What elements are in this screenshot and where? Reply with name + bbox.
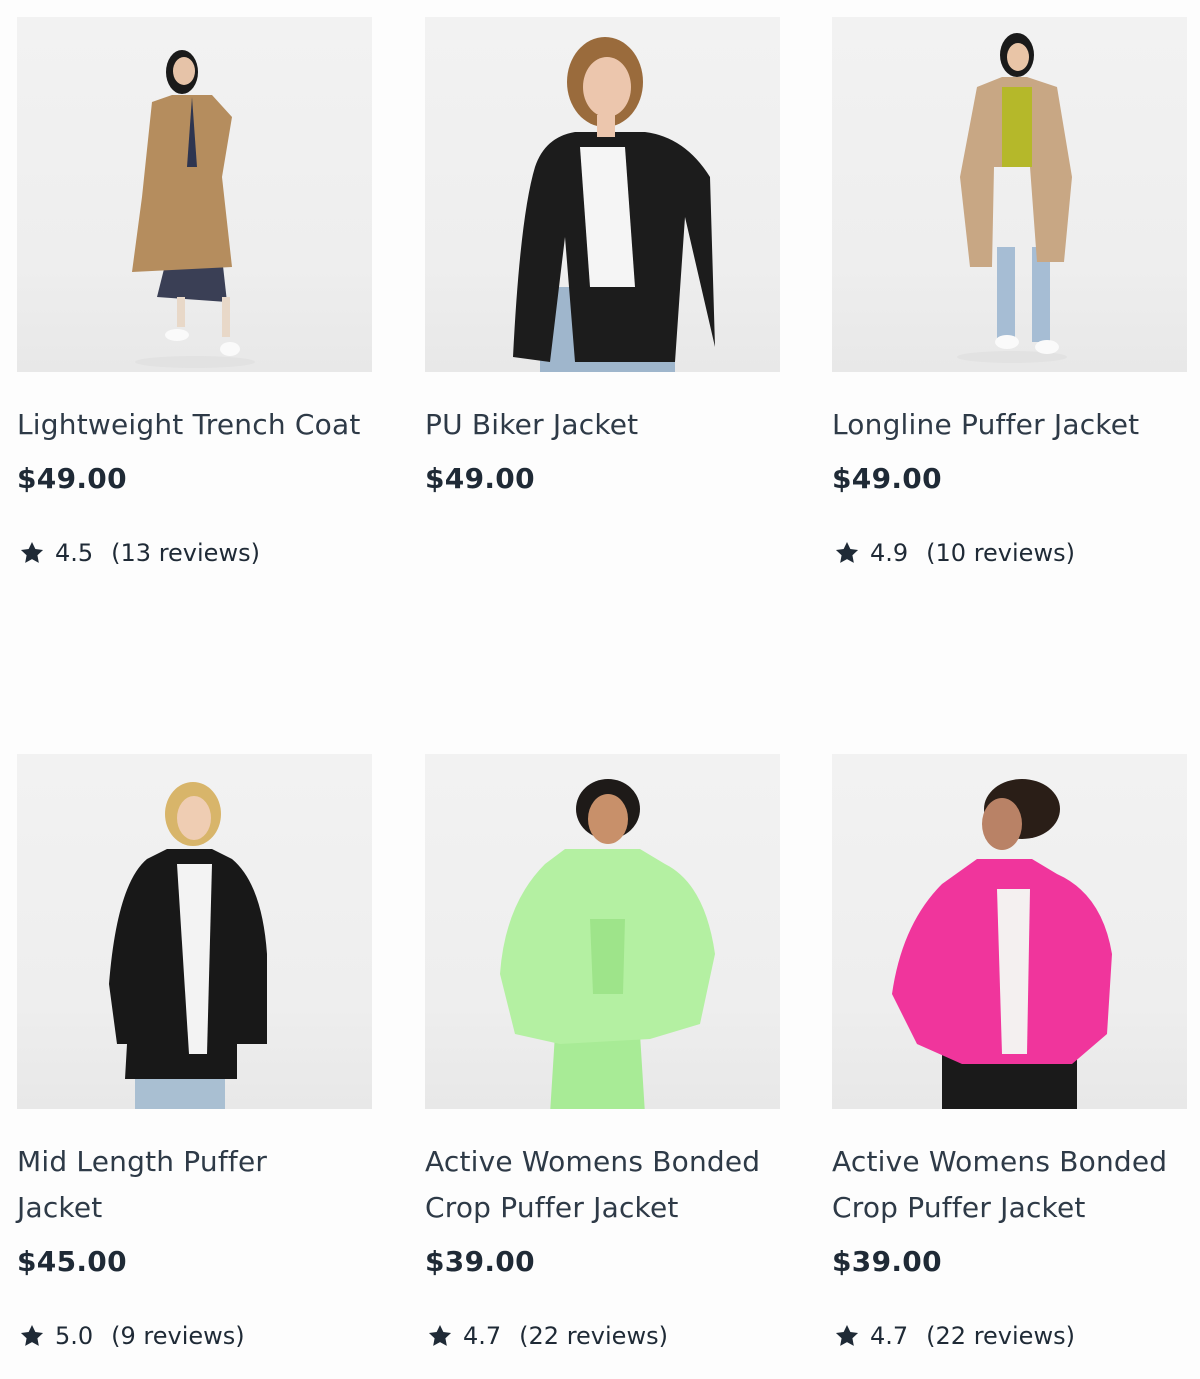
product-title[interactable]: Active Womens Bonded Crop Puffer Jacket xyxy=(832,1139,1187,1231)
product-title[interactable]: Active Womens Bonded Crop Puffer Jacket xyxy=(425,1139,780,1231)
product-card[interactable]: Active Womens Bonded Crop Puffer Jacket … xyxy=(425,754,780,1350)
woman-longline-puffer-photo xyxy=(957,33,1072,363)
product-card[interactable]: Lightweight Trench Coat $49.00 4.5 (13 r… xyxy=(17,17,372,567)
product-image[interactable] xyxy=(832,754,1187,1109)
rating-score: 4.5 xyxy=(55,539,94,567)
woman-green-crop-puffer-photo xyxy=(500,779,715,1109)
product-image[interactable] xyxy=(425,17,780,372)
review-count-link[interactable]: (22 reviews) xyxy=(519,1322,668,1350)
rating-score: 4.9 xyxy=(870,539,909,567)
product-title[interactable]: Lightweight Trench Coat xyxy=(17,402,372,448)
product-card[interactable]: Longline Puffer Jacket $49.00 4.9 (10 re… xyxy=(832,17,1187,567)
star-icon xyxy=(20,541,44,563)
star-icon xyxy=(428,1324,452,1346)
product-rating: 4.9 (10 reviews) xyxy=(832,539,1187,567)
star-icon xyxy=(835,541,859,563)
star-icon xyxy=(20,1324,44,1346)
review-count-link[interactable]: (13 reviews) xyxy=(111,539,260,567)
product-price: $39.00 xyxy=(425,1245,535,1278)
review-count-link[interactable]: (9 reviews) xyxy=(111,1322,245,1350)
product-image[interactable] xyxy=(17,754,372,1109)
product-image[interactable] xyxy=(425,754,780,1109)
product-title[interactable]: PU Biker Jacket xyxy=(425,402,780,448)
product-rating: 4.7 (22 reviews) xyxy=(832,1322,1187,1350)
product-price: $49.00 xyxy=(832,462,942,495)
product-rating: 5.0 (9 reviews) xyxy=(17,1322,372,1350)
product-rating: 4.7 (22 reviews) xyxy=(425,1322,780,1350)
product-title[interactable]: Longline Puffer Jacket xyxy=(832,402,1187,448)
review-count-link[interactable]: (22 reviews) xyxy=(926,1322,1075,1350)
star-icon xyxy=(835,1324,859,1346)
product-price: $49.00 xyxy=(17,462,127,495)
product-price: $39.00 xyxy=(832,1245,942,1278)
product-card[interactable]: Active Womens Bonded Crop Puffer Jacket … xyxy=(832,754,1187,1350)
product-card[interactable]: PU Biker Jacket $49.00 xyxy=(425,17,780,495)
product-price: $49.00 xyxy=(425,462,535,495)
product-image[interactable] xyxy=(832,17,1187,372)
rating-score: 4.7 xyxy=(870,1322,909,1350)
product-price: $45.00 xyxy=(17,1245,127,1278)
product-image[interactable] xyxy=(17,17,372,372)
woman-biker-jacket-photo xyxy=(513,37,715,372)
woman-pink-crop-puffer-photo xyxy=(892,779,1112,1109)
woman-trench-coat-photo xyxy=(132,50,255,368)
product-card[interactable]: Mid Length Puffer Jacket $45.00 5.0 (9 r… xyxy=(17,754,372,1350)
product-grid: Lightweight Trench Coat $49.00 4.5 (13 r… xyxy=(0,0,1200,1379)
product-rating: 4.5 (13 reviews) xyxy=(17,539,372,567)
product-title[interactable]: Mid Length Puffer Jacket xyxy=(17,1139,317,1231)
rating-score: 4.7 xyxy=(463,1322,502,1350)
rating-score: 5.0 xyxy=(55,1322,94,1350)
woman-mid-length-puffer-photo xyxy=(109,782,267,1109)
review-count-link[interactable]: (10 reviews) xyxy=(926,539,1075,567)
